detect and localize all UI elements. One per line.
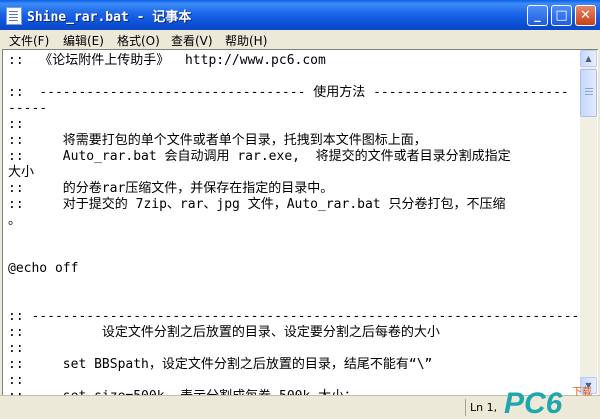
scroll-thumb[interactable] [580,69,597,117]
text-line [8,245,576,261]
text-line: :: Auto_rar.bat 会自动调用 rar.exe, 将提交的文件或者目… [8,149,511,164]
text-line: :: 设定文件分割之后放置的目录、设定要分割之后每卷的大小 [8,325,440,340]
text-editor[interactable]: :: 《论坛附件上传助手》 http://www.pc6.com :: ----… [2,49,598,404]
close-button[interactable]: ✕ [575,5,596,26]
text-line: :: -------------------------------------… [8,309,595,324]
text-line: :: [8,117,24,132]
text-line: :: set BBSpath，设定文件分割之后放置的目录，结尾不能有“\” [8,357,433,372]
notepad-icon[interactable] [6,7,22,25]
pc6-watermark-logo: PC6 下载 [504,386,592,418]
text-line: :: 的分卷rar压缩文件，并保存在指定的目录中。 [8,181,334,196]
menu-edit[interactable]: 编辑(E) [63,32,104,49]
title-bar[interactable]: Shine_rar.bat - 记事本 _ □ ✕ [0,0,600,30]
text-line: ----- [8,101,48,116]
text-line [8,69,576,85]
menu-bar: 文件(F) 编辑(E) 格式(O) 查看(V) 帮助(H) [0,30,600,49]
notepad-window: Shine_rar.bat - 记事本 _ □ ✕ 文件(F) 编辑(E) 格式… [0,0,600,419]
text-line: :: 《论坛附件上传助手》 http://www.pc6.com [8,53,326,68]
text-line [8,277,576,293]
cursor-position: Ln 1, [470,401,498,414]
text-line: :: [8,341,24,356]
text-line: :: ---------------------------------- 使用… [8,85,569,100]
menu-help[interactable]: 帮助(H) [225,32,267,49]
watermark-tagline: 下载 [572,386,592,398]
text-line [8,293,576,309]
text-line: :: [8,373,24,388]
maximize-button[interactable]: □ [551,5,572,26]
menu-view[interactable]: 查看(V) [171,32,213,49]
menu-format[interactable]: 格式(O) [117,32,160,49]
status-divider [465,399,466,416]
text-line [8,229,576,245]
text-line: 大小 [8,165,35,180]
editor-text[interactable]: :: 《论坛附件上传助手》 http://www.pc6.com :: ----… [8,53,595,405]
vertical-scrollbar[interactable]: ▲ ▼ [580,50,597,394]
text-line: 。 [8,213,22,228]
scroll-up-button[interactable]: ▲ [580,50,597,67]
watermark-brand: PC6 [504,387,563,418]
minimize-button[interactable]: _ [527,5,548,26]
menu-file[interactable]: 文件(F) [9,32,49,49]
window-title: Shine_rar.bat - 记事本 [27,10,192,25]
text-line: :: 对于提交的 7zip、rar、jpg 文件，Auto_rar.bat 只分… [8,197,506,212]
text-line: :: 将需要打包的单个文件或者单个目录，托拽到本文件图标上面， [8,133,427,148]
text-line: @echo off [8,261,79,276]
